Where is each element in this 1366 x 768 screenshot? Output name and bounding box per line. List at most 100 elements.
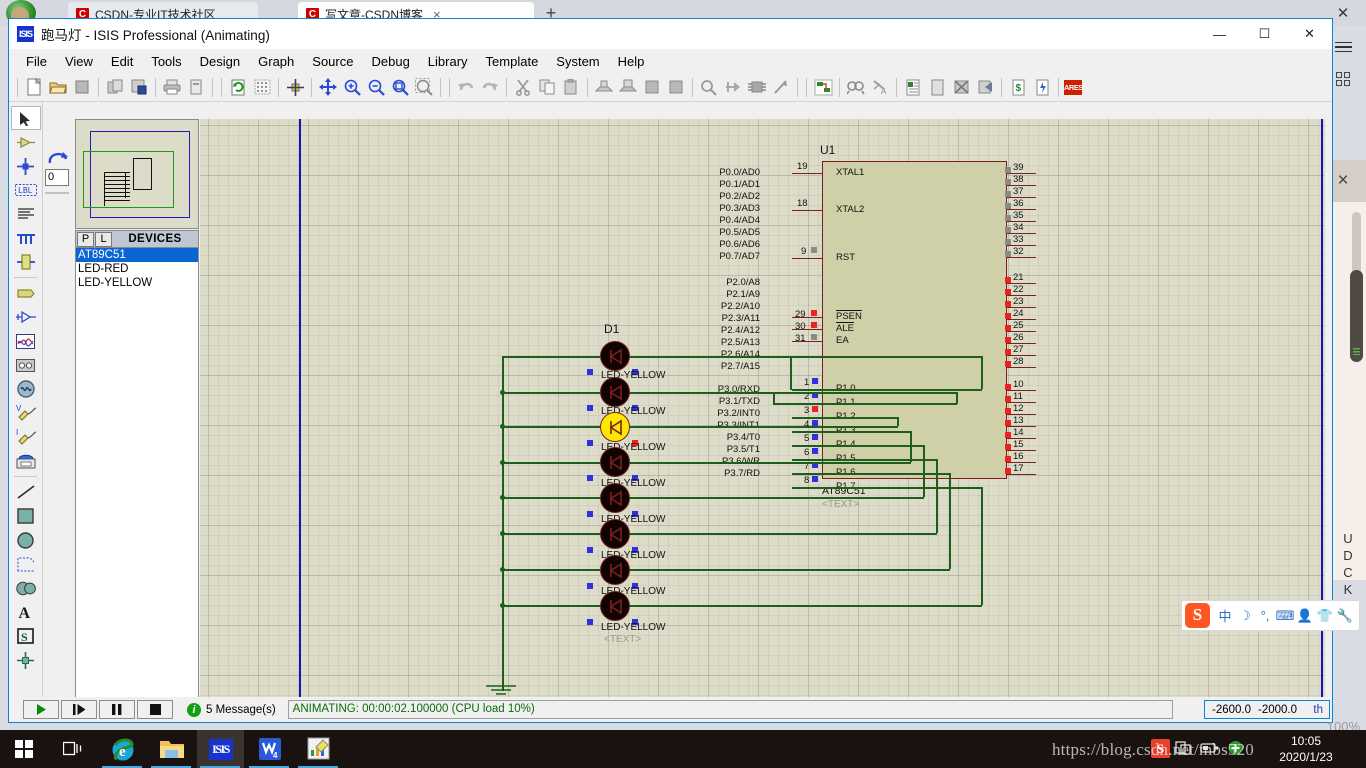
undo-icon[interactable] [454, 76, 478, 99]
design-explorer-icon[interactable] [901, 76, 925, 99]
close-button[interactable]: ✕ [1287, 19, 1332, 49]
cut-icon[interactable] [511, 76, 535, 99]
refresh-display-icon[interactable] [226, 76, 250, 99]
menu-file[interactable]: File [17, 52, 56, 71]
step-button[interactable] [61, 700, 97, 719]
menu-tools[interactable]: Tools [142, 52, 190, 71]
property-assign-icon[interactable]: A [868, 76, 892, 99]
current-probe-icon[interactable]: I [11, 425, 41, 449]
route-7-h2[interactable] [792, 473, 950, 475]
graph-mode-icon[interactable] [11, 329, 41, 353]
route-6-h1[interactable] [772, 533, 937, 535]
message-status[interactable]: i 5 Message(s) [187, 702, 276, 717]
led-wire-7[interactable] [502, 569, 772, 571]
selection-mode-icon[interactable] [10, 106, 41, 130]
taskbar-editor[interactable] [295, 730, 342, 768]
menu-library[interactable]: Library [419, 52, 477, 71]
search-tag-icon[interactable] [844, 76, 868, 99]
led-wire-1[interactable] [502, 356, 772, 358]
soft-keyboard-icon[interactable]: ⌨ [1275, 608, 1295, 624]
device-item-led-yellow[interactable]: LED-YELLOW [76, 276, 198, 290]
save-file-icon[interactable] [70, 76, 94, 99]
make-device-icon[interactable] [721, 76, 745, 99]
pause-button[interactable] [99, 700, 135, 719]
closed-path-tool-icon[interactable] [11, 576, 41, 600]
terminals-mode-icon[interactable] [11, 281, 41, 305]
device-pin-mode-icon[interactable] [11, 305, 41, 329]
wire-label-mode-icon[interactable]: LBL [11, 178, 41, 202]
led-wire-3[interactable] [502, 426, 772, 428]
route-8-h1[interactable] [772, 605, 982, 607]
taskbar-ie[interactable]: e [99, 730, 146, 768]
taskbar-explorer[interactable] [148, 730, 195, 768]
user-icon[interactable]: 👤 [1295, 608, 1315, 624]
paste-icon[interactable] [559, 76, 583, 99]
stop-button[interactable] [137, 700, 173, 719]
symbol-tool-icon[interactable]: S [11, 624, 41, 648]
generator-mode-icon[interactable] [11, 377, 41, 401]
menu-design[interactable]: Design [191, 52, 249, 71]
pick-device-icon[interactable] [697, 76, 721, 99]
taskbar-word[interactable]: 4 [246, 730, 293, 768]
route-3-h1[interactable] [772, 426, 898, 428]
marker-tool-icon[interactable] [11, 648, 41, 672]
voltage-probe-icon[interactable]: V [11, 401, 41, 425]
route-4-h1[interactable] [772, 462, 911, 464]
block-delete-icon[interactable] [664, 76, 688, 99]
play-button[interactable] [23, 700, 59, 719]
zoom-all-icon[interactable] [388, 76, 412, 99]
block-move-icon[interactable] [616, 76, 640, 99]
led-3[interactable] [600, 412, 630, 442]
route-8-v[interactable] [981, 487, 983, 605]
route-1-h[interactable] [772, 356, 792, 358]
route-5-h1[interactable] [772, 497, 924, 499]
pan-icon[interactable] [316, 76, 340, 99]
route-5-v[interactable] [923, 445, 925, 497]
led-2[interactable] [600, 377, 630, 407]
box-tool-icon[interactable] [11, 504, 41, 528]
menu-template[interactable]: Template [477, 52, 548, 71]
rotation-input[interactable]: 0 [45, 169, 69, 186]
route-2-v2[interactable] [956, 392, 958, 404]
text-tool-icon[interactable]: A [11, 600, 41, 624]
route-5-h2[interactable] [792, 445, 924, 447]
menu-edit[interactable]: Edit [102, 52, 142, 71]
open-file-icon[interactable] [46, 76, 70, 99]
sogou-logo-icon[interactable]: S [1185, 603, 1210, 628]
led-wire-5[interactable] [502, 497, 772, 499]
menu-view[interactable]: View [56, 52, 102, 71]
menu-source[interactable]: Source [303, 52, 362, 71]
decompose-icon[interactable] [769, 76, 793, 99]
side-panel-scroll-thumb[interactable] [1350, 270, 1363, 362]
ground-bus-wire[interactable] [502, 356, 504, 691]
led-wire-4[interactable] [502, 462, 772, 464]
subcircuit-mode-icon[interactable] [11, 250, 41, 274]
rotate-icon[interactable] [46, 149, 70, 167]
print-area-icon[interactable] [184, 76, 208, 99]
block-rotate-icon[interactable] [640, 76, 664, 99]
packaging-tool-icon[interactable] [745, 76, 769, 99]
device-item-led-red[interactable]: LED-RED [76, 262, 198, 276]
bill-of-materials-icon[interactable]: $ [1006, 76, 1030, 99]
schematic-canvas[interactable]: U1 AT89C51 <TEXT> XTAL1 19 XTAL2 18 RST … [200, 119, 1325, 700]
print-icon[interactable] [160, 76, 184, 99]
chinese-mode-icon[interactable]: 中 [1215, 606, 1235, 625]
junction-dot-mode-icon[interactable] [11, 154, 41, 178]
export-section-icon[interactable] [127, 76, 151, 99]
punctuation-icon[interactable]: °, [1255, 608, 1275, 623]
block-copy-icon[interactable] [592, 76, 616, 99]
zoom-in-icon[interactable] [340, 76, 364, 99]
menu-debug[interactable]: Debug [362, 52, 418, 71]
led-7[interactable] [600, 555, 630, 585]
device-item-at89c51[interactable]: AT89C51 [76, 248, 198, 262]
redo-icon[interactable] [478, 76, 502, 99]
overview-panel[interactable] [75, 119, 199, 229]
led-6[interactable] [600, 519, 630, 549]
exit-sheet-icon[interactable] [973, 76, 997, 99]
moon-icon[interactable]: ☽ [1235, 608, 1255, 624]
skin-icon[interactable]: 👕 [1315, 608, 1335, 624]
route-6-h2[interactable] [792, 459, 937, 461]
minimize-button[interactable]: — [1197, 19, 1242, 49]
zoom-area-icon[interactable] [412, 76, 436, 99]
route-1-h3[interactable] [792, 389, 982, 391]
